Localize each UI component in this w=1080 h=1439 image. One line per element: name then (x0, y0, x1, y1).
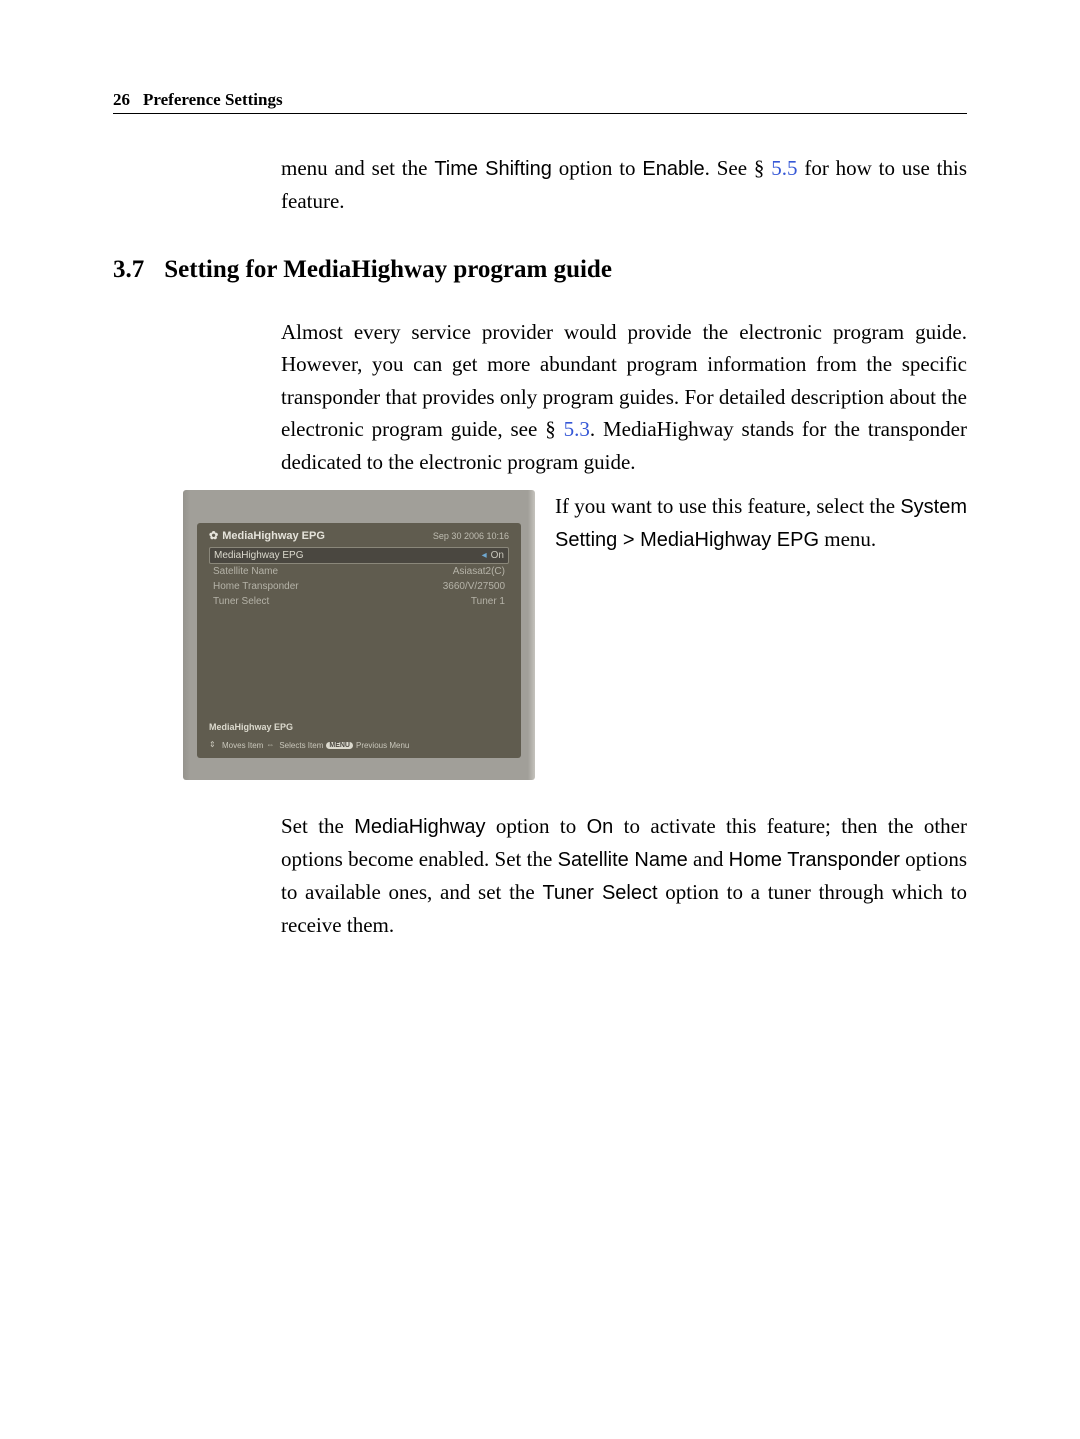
menu-row-satellite: Satellite Name Asiasat2(C) (209, 564, 509, 579)
menu-row-tuner: Tuner Select Tuner 1 (209, 594, 509, 609)
menu-label: Tuner Select (213, 596, 269, 607)
ui-term-tuner-select: Tuner Select (542, 882, 657, 904)
text: option to (485, 814, 586, 838)
separator: > (617, 529, 640, 551)
screenshot-panel: ✿ MediaHighway EPG Sep 30 2006 10:16 Medi… (197, 523, 521, 758)
text: option to (552, 156, 643, 180)
section-ref-link[interactable]: 5.3 (564, 417, 590, 441)
ui-term-home-transponder: Home Transponder (729, 849, 900, 871)
ui-term-on: On (587, 816, 614, 838)
screenshot-footer: MediaHighway EPG ⇕ Moves Item ⇔ Selects … (197, 718, 521, 758)
page-container: 26 Preference Settings menu and set the … (0, 0, 1080, 942)
paragraph-1: Almost every service provider would prov… (281, 316, 967, 479)
hint-selects: Selects Item (279, 741, 323, 750)
intro-paragraph: menu and set the Time Shifting option to… (281, 152, 967, 218)
arrow-icon: ◂ (482, 550, 487, 561)
menu-value: 3660/V/27500 (443, 581, 505, 592)
screenshot-container: ✿ MediaHighway EPG Sep 30 2006 10:16 Medi… (183, 490, 535, 780)
menu-value: Tuner 1 (471, 596, 505, 607)
hint-moves: Moves Item (222, 741, 263, 750)
menu-label: MediaHighway EPG (214, 550, 303, 561)
ui-term-mediahighway: MediaHighway (354, 816, 485, 838)
screenshot-date: Sep 30 2006 10:16 (433, 531, 509, 541)
menu-value: ◂ On (482, 550, 504, 561)
footer-title: MediaHighway EPG (209, 722, 509, 732)
menu-row-transponder: Home Transponder 3660/V/27500 (209, 579, 509, 594)
menu-badge: MENU (326, 742, 353, 749)
menu-table: MediaHighway EPG ◂ On Satellite Name Asia… (197, 547, 521, 609)
tv-menu-screenshot: ✿ MediaHighway EPG Sep 30 2006 10:16 Medi… (183, 490, 535, 780)
text: menu and set the (281, 156, 434, 180)
updown-icon: ⇕ (209, 740, 219, 750)
screenshot-title: MediaHighway EPG (222, 530, 325, 542)
section-title: Setting for MediaHighway program guide (164, 256, 612, 284)
screenshot-title-group: ✿ MediaHighway EPG (209, 529, 325, 542)
ui-term-satellite-name: Satellite Name (558, 849, 688, 871)
gear-icon: ✿ (209, 529, 218, 542)
section-heading: 3.7 Setting for MediaHighway program gui… (113, 256, 967, 284)
text: If you want to use this feature, select … (555, 494, 900, 518)
text: Set the (281, 814, 354, 838)
ui-term-time-shifting: Time Shifting (434, 158, 552, 180)
chapter-title: Preference Settings (143, 90, 283, 110)
footer-hint: ⇕ Moves Item ⇔ Selects Item MENU Previou… (209, 740, 509, 750)
text: menu. (819, 527, 876, 551)
page-number: 26 (113, 90, 130, 110)
menu-value: Asiasat2(C) (453, 566, 505, 577)
menu-value-text: On (491, 550, 504, 561)
text: . See § (705, 156, 772, 180)
section-ref-link[interactable]: 5.5 (771, 156, 797, 180)
leftright-icon: ⇔ (266, 740, 276, 750)
screenshot-title-bar: ✿ MediaHighway EPG Sep 30 2006 10:16 (197, 523, 521, 547)
two-column-layout: ✿ MediaHighway EPG Sep 30 2006 10:16 Medi… (113, 490, 967, 780)
menu-row-epg: MediaHighway EPG ◂ On (209, 547, 509, 564)
menu-label: Home Transponder (213, 581, 299, 592)
hint-previous: Previous Menu (356, 741, 409, 750)
ui-term-mediahighway-epg: MediaHighway EPG (640, 529, 819, 551)
menu-label: Satellite Name (213, 566, 278, 577)
paragraph-2: Set the MediaHighway option to On to act… (281, 810, 967, 942)
text: and (688, 847, 729, 871)
section-number: 3.7 (113, 256, 144, 284)
page-header: 26 Preference Settings (113, 90, 967, 114)
ui-term-enable: Enable (642, 158, 704, 180)
right-column-text: If you want to use this feature, select … (555, 490, 967, 780)
